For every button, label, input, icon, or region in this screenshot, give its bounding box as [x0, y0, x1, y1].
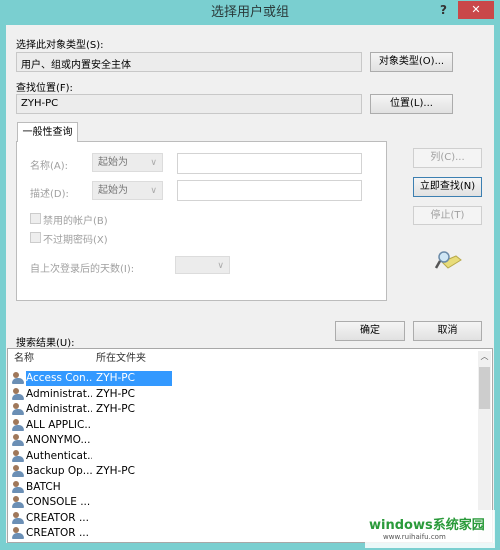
chevron-down-icon: ∨ — [150, 158, 157, 168]
object-types-button[interactable]: 对象类型(O)... — [370, 52, 453, 72]
item-folder: ZYH-PC — [96, 387, 135, 400]
user-group-icon — [12, 434, 25, 447]
non-expiring-label: 不过期密码(X) — [43, 235, 108, 246]
item-name: CONSOLE ... — [26, 496, 91, 508]
user-group-icon — [12, 527, 25, 540]
item-name: ALL APPLIC... — [26, 418, 92, 431]
scroll-up-icon[interactable]: ︿ — [478, 351, 491, 362]
user-group-icon — [12, 418, 25, 432]
locations-button[interactable]: 位置(L)... — [370, 94, 453, 114]
name-label: 名称(A): — [30, 161, 69, 172]
description-mode-select[interactable]: 起始为 ∨ — [92, 181, 163, 200]
location-label: 查找位置(F): — [16, 83, 73, 94]
list-item[interactable]: Backup Op... ZYH-PC — [8, 464, 478, 479]
watermark-brand: windows系统家园 — [369, 518, 485, 533]
item-name: Administrat... — [26, 403, 92, 415]
disabled-accounts-checkbox[interactable] — [30, 213, 41, 224]
list-item[interactable]: Administrat... ZYH-PC — [8, 387, 478, 402]
cancel-button[interactable]: 取消 — [413, 321, 482, 341]
item-name: CREATOR ... — [26, 527, 89, 539]
window-title: 选择用户或组 — [210, 5, 289, 20]
item-name: CREATOR ... — [26, 511, 89, 524]
days-since-logon-label: 自上次登录后的天数(I): — [30, 264, 135, 275]
list-item[interactable]: BATCH — [8, 480, 478, 495]
list-item[interactable]: Administrat... ZYH-PC — [8, 402, 478, 417]
chevron-down-icon: ∨ — [217, 261, 224, 271]
column-header-folder[interactable]: 所在文件夹 — [96, 349, 146, 369]
list-item[interactable]: Access Con... ZYH-PC — [8, 371, 478, 386]
item-folder: ZYH-PC — [96, 403, 135, 415]
tab-common-queries[interactable]: 一般性查询 — [17, 122, 78, 142]
scrollbar-thumb[interactable] — [479, 367, 490, 409]
list-item[interactable]: CONSOLE ... — [8, 495, 478, 510]
item-name: Administrat... — [26, 387, 92, 400]
column-header-name[interactable]: 名称 — [14, 349, 34, 369]
watermark: windows系统家园 www.ruihaifu.com — [365, 510, 495, 548]
list-item[interactable]: Authenticat... — [8, 449, 478, 464]
close-button[interactable]: ✕ — [458, 1, 494, 19]
user-group-icon — [12, 480, 25, 494]
item-name: Access Con... — [26, 371, 92, 386]
search-results-label: 搜索结果(U): — [16, 338, 75, 349]
user-group-icon — [12, 403, 25, 416]
description-label: 描述(D): — [30, 189, 69, 200]
name-mode-select[interactable]: 起始为 ∨ — [92, 153, 163, 172]
location-field: ZYH-PC — [16, 94, 362, 114]
description-mode-value: 起始为 — [98, 185, 128, 196]
list-item[interactable]: ALL APPLIC... — [8, 418, 478, 433]
list-item[interactable]: ANONYMO... — [8, 433, 478, 448]
name-input[interactable] — [177, 153, 362, 174]
user-group-icon — [12, 496, 25, 509]
chevron-down-icon: ∨ — [150, 186, 157, 196]
user-group-icon — [12, 387, 25, 401]
watermark-url: www.ruihaifu.com — [383, 533, 446, 541]
user-group-icon — [12, 449, 25, 463]
help-button[interactable]: ? — [440, 3, 447, 17]
columns-button[interactable]: 列(C)... — [413, 148, 482, 168]
disabled-accounts-label: 禁用的帐户(B) — [43, 216, 108, 227]
name-mode-value: 起始为 — [98, 157, 128, 168]
object-type-field: 用户、组或内置安全主体 — [16, 52, 362, 72]
find-now-button[interactable]: 立即查找(N) — [413, 177, 482, 197]
search-magnifier-icon — [434, 248, 462, 272]
non-expiring-checkbox[interactable] — [30, 232, 41, 243]
item-name: ANONYMO... — [26, 434, 91, 446]
stop-button[interactable]: 停止(T) — [413, 206, 482, 225]
user-group-icon — [12, 465, 25, 478]
description-input[interactable] — [177, 180, 362, 201]
ok-button[interactable]: 确定 — [335, 321, 405, 341]
item-name: Authenticat... — [26, 449, 92, 462]
item-name: BATCH — [26, 480, 61, 493]
user-group-icon — [12, 372, 25, 385]
item-folder: ZYH-PC — [96, 371, 135, 386]
item-name: Backup Op... — [26, 465, 92, 477]
item-folder: ZYH-PC — [96, 465, 135, 477]
object-type-label: 选择此对象类型(S): — [16, 40, 104, 51]
user-group-icon — [12, 511, 25, 525]
days-since-logon-select[interactable]: ∨ — [175, 256, 230, 274]
